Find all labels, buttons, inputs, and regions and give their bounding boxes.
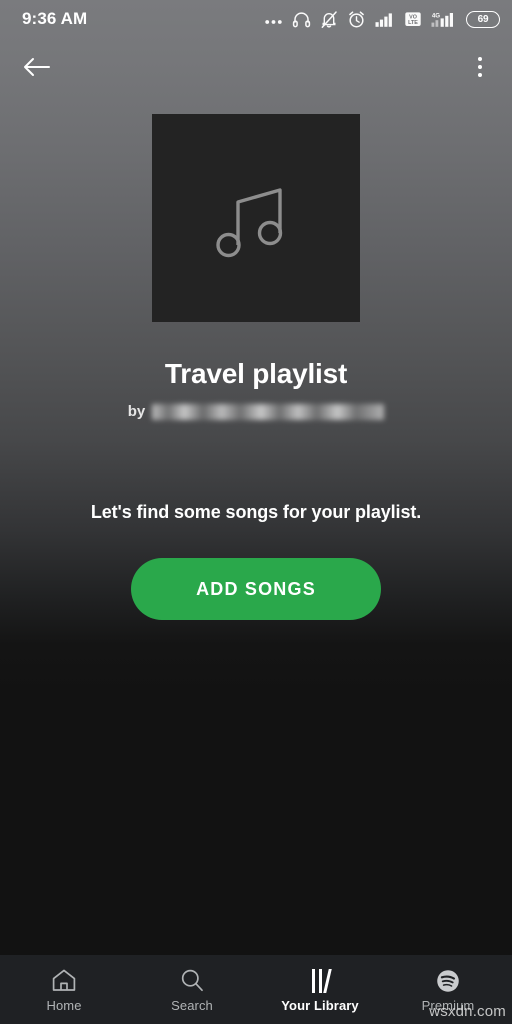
svg-text:4G: 4G [432,12,440,19]
kebab-dot-icon [478,65,482,69]
nav-label-your-library: Your Library [281,997,359,1013]
nav-label-search: Search [171,997,213,1013]
nav-item-home[interactable]: Home [0,967,128,1013]
playlist-byline: by [0,403,512,420]
music-note-icon [216,188,283,258]
signal-bars-icon [375,13,392,27]
search-icon [179,967,205,993]
svg-text:LTE: LTE [408,20,418,26]
library-bar-slanted-icon [322,968,332,993]
playlist-cover-wrapper [0,114,512,322]
battery-level: 69 [477,13,489,25]
kebab-dot-icon [478,57,482,61]
page-title: Travel playlist [164,358,348,389]
spotify-logo-icon [435,967,461,993]
app-bar [0,38,512,96]
back-button[interactable] [22,55,52,79]
headphones-icon [292,11,311,27]
bottom-navigation: Home Search Your Library Premium [0,955,512,1024]
playlist-cover[interactable] [152,114,360,322]
overflow-menu-button[interactable] [470,51,490,83]
library-bar-icon [318,968,322,993]
empty-state-message: Let's find some songs for your playlist. [90,502,422,522]
playlist-owner-redacted [152,403,385,420]
status-bar: 9:36 AM VO LTE 4G 69 [0,0,512,38]
nav-label-home: Home [46,997,82,1013]
battery-icon: 69 [466,10,500,28]
byline-by-label: by [127,403,146,420]
bell-muted-icon [321,10,337,28]
alarm-clock-icon [349,10,364,27]
kebab-dot-icon [478,73,482,77]
volte-icon: VO LTE [405,12,421,26]
nav-item-your-library[interactable]: Your Library [256,967,384,1013]
spotify-playlist-screen: 9:36 AM VO LTE 4G 69 Travel playlist by … [0,0,512,1024]
back-arrow-icon [24,58,50,76]
add-songs-button[interactable]: ADD SONGS [131,558,381,620]
home-icon [51,967,77,993]
nav-item-premium[interactable]: Premium [384,967,512,1013]
library-bar-icon [311,968,315,993]
status-bar-icons: VO LTE 4G 69 [264,10,500,29]
add-songs-wrapper: ADD SONGS [0,558,512,620]
signal-4g-icon: 4G [431,12,453,27]
status-bar-time: 9:36 AM [22,9,88,28]
more-ellipsis-icon [265,20,282,24]
library-icon [311,967,332,993]
nav-item-search[interactable]: Search [128,967,256,1013]
nav-label-premium: Premium [421,997,475,1013]
